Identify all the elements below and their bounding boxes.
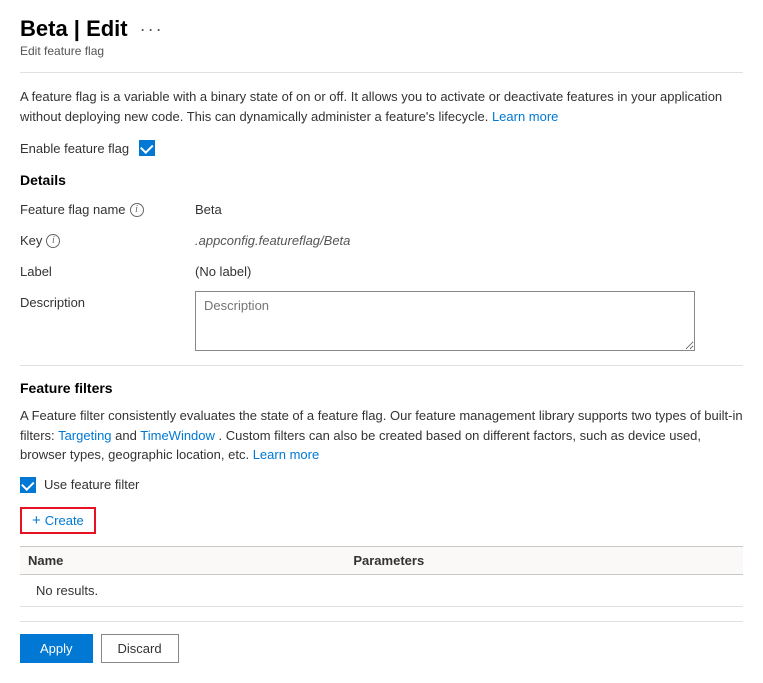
use-filter-checkbox[interactable] bbox=[20, 477, 36, 493]
page-title-row: Beta | Edit ··· bbox=[20, 16, 743, 42]
label-row: Label (No label) bbox=[20, 260, 743, 279]
feature-flag-name-label: Feature flag name i bbox=[20, 198, 195, 217]
key-value: .appconfig.featureflag/Beta bbox=[195, 229, 350, 248]
use-filter-label: Use feature filter bbox=[44, 477, 139, 492]
enable-checkbox[interactable] bbox=[139, 140, 155, 156]
table-col-actions-header bbox=[671, 546, 743, 574]
intro-text: A feature flag is a variable with a bina… bbox=[20, 89, 722, 124]
description-label: Description bbox=[20, 291, 195, 310]
footer-buttons: Apply Discard bbox=[20, 634, 743, 663]
intro-learn-more-link[interactable]: Learn more bbox=[492, 109, 558, 124]
intro-description: A feature flag is a variable with a bina… bbox=[20, 87, 743, 126]
table-header-row: Name Parameters bbox=[20, 546, 743, 574]
create-plus-icon: + bbox=[32, 513, 41, 528]
details-section-title: Details bbox=[20, 172, 743, 188]
feature-filters-desc: A Feature filter consistently evaluates … bbox=[20, 406, 743, 465]
create-button[interactable]: + Create bbox=[20, 507, 96, 534]
feature-filters-divider bbox=[20, 365, 743, 366]
feature-flag-name-row: Feature flag name i Beta bbox=[20, 198, 743, 217]
key-label: Key i bbox=[20, 229, 195, 248]
header-divider bbox=[20, 72, 743, 73]
table-no-results-row: No results. bbox=[20, 574, 743, 606]
ellipsis-button[interactable]: ··· bbox=[136, 17, 168, 42]
page-subtitle: Edit feature flag bbox=[20, 44, 743, 58]
feature-flag-name-info-icon[interactable]: i bbox=[130, 203, 144, 217]
apply-button[interactable]: Apply bbox=[20, 634, 93, 663]
label-field-label: Label bbox=[20, 260, 195, 279]
enable-label: Enable feature flag bbox=[20, 141, 129, 156]
timewindow-label: TimeWindow bbox=[140, 428, 215, 443]
label-value: (No label) bbox=[195, 260, 251, 279]
create-label: Create bbox=[45, 513, 84, 528]
table-no-results-cell: No results. bbox=[20, 574, 743, 606]
page-title: Beta | Edit bbox=[20, 16, 128, 42]
discard-button[interactable]: Discard bbox=[101, 634, 179, 663]
footer-divider bbox=[20, 621, 743, 622]
and-label: and bbox=[115, 428, 137, 443]
key-row: Key i .appconfig.featureflag/Beta bbox=[20, 229, 743, 248]
feature-filters-title: Feature filters bbox=[20, 380, 743, 396]
enable-row: Enable feature flag bbox=[20, 140, 743, 156]
feature-flag-name-value: Beta bbox=[195, 198, 222, 217]
page-container: Beta | Edit ··· Edit feature flag A feat… bbox=[0, 0, 763, 683]
feature-filters-learn-more-link[interactable]: Learn more bbox=[253, 447, 319, 462]
no-results-text: No results. bbox=[28, 575, 106, 606]
key-info-icon[interactable]: i bbox=[46, 234, 60, 248]
table-col-name-header: Name bbox=[20, 546, 345, 574]
description-row: Description bbox=[20, 291, 743, 351]
table-col-params-header: Parameters bbox=[345, 546, 670, 574]
description-textarea[interactable] bbox=[195, 291, 695, 351]
feature-filters-table: Name Parameters No results. bbox=[20, 546, 743, 607]
use-filter-row: Use feature filter bbox=[20, 477, 743, 493]
targeting-label: Targeting bbox=[58, 428, 111, 443]
